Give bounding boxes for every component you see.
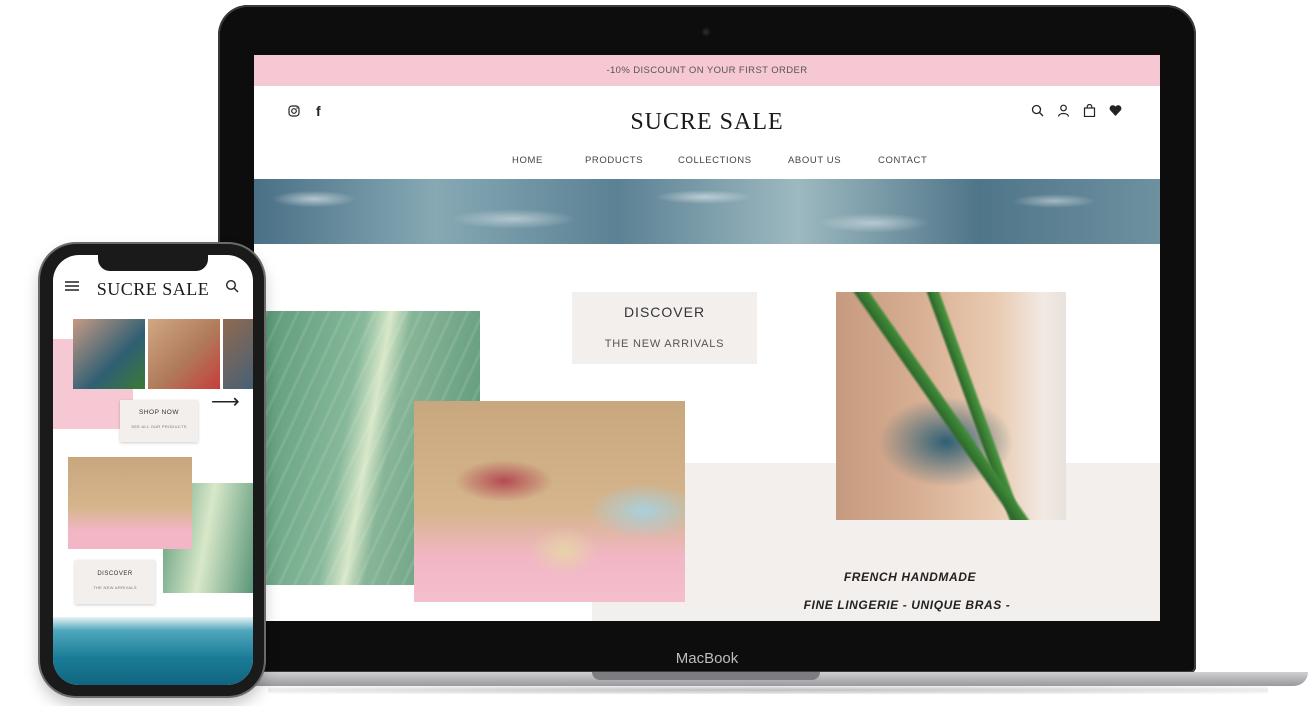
carousel-image-1[interactable] <box>73 319 145 389</box>
lingerie-model-image[interactable] <box>836 292 1066 520</box>
macbook-label: MacBook <box>675 650 739 667</box>
phone-screen: SUCRE SALE SHOP NOW SEE ALL OUR PRODUCTS… <box>53 255 253 685</box>
instagram-icon[interactable] <box>288 105 300 120</box>
menu-icon[interactable] <box>65 279 79 297</box>
water-banner-image <box>254 179 1160 244</box>
discover-subtitle: THE NEW ARRIVALS <box>604 338 725 350</box>
beach-reading-image[interactable] <box>414 401 685 602</box>
nav-contact[interactable]: CONTACT <box>878 155 927 166</box>
website-screen: -10% DISCOUNT ON YOUR FIRST ORDER f SUCR… <box>254 55 1160 621</box>
nav-products[interactable]: PRODUCTS <box>585 155 643 166</box>
search-icon[interactable] <box>225 279 239 296</box>
laptop-notch <box>592 672 820 680</box>
arrow-right-icon[interactable]: ⟶ <box>211 389 240 414</box>
account-icon[interactable] <box>1057 104 1070 120</box>
shop-now-title: SHOP NOW <box>139 409 179 416</box>
laptop-shadow <box>268 686 1268 694</box>
phone-discover-subtitle: THE NEW ARRIVALS <box>93 585 137 590</box>
nav-home[interactable]: HOME <box>512 155 543 166</box>
phone-notch <box>98 255 208 271</box>
shop-now-button[interactable]: SHOP NOW SEE ALL OUR PRODUCTS <box>120 400 198 442</box>
discover-button[interactable]: DISCOVER THE NEW ARRIVALS <box>572 292 757 364</box>
facebook-icon[interactable]: f <box>316 103 321 119</box>
nav-collections[interactable]: COLLECTIONS <box>678 155 752 166</box>
heart-icon[interactable] <box>1109 104 1122 120</box>
phone-beach-image[interactable] <box>68 457 192 549</box>
carousel-image-2[interactable] <box>148 319 220 389</box>
phone-discover-button[interactable]: DISCOVER THE NEW ARRIVALS <box>75 560 155 604</box>
tagline-line-2: FINE LINGERIE - UNIQUE BRAS - <box>803 598 1011 612</box>
phone-ocean-image <box>53 617 253 685</box>
phone-logo[interactable]: SUCRE SALE <box>93 279 213 300</box>
carousel-image-3[interactable] <box>223 319 253 389</box>
search-icon[interactable] <box>1031 104 1044 120</box>
site-logo[interactable]: SUCRE SALE <box>594 109 820 136</box>
tagline-line-1: FRENCH HANDMADE <box>843 570 977 584</box>
camera-icon <box>702 28 710 36</box>
shop-now-subtitle: SEE ALL OUR PRODUCTS <box>131 424 187 429</box>
phone-discover-title: DISCOVER <box>97 571 133 577</box>
nav-about-us[interactable]: ABOUT US <box>788 155 841 166</box>
discover-title: DISCOVER <box>623 304 706 320</box>
promo-bar[interactable]: -10% DISCOUNT ON YOUR FIRST ORDER <box>254 55 1160 86</box>
bag-icon[interactable] <box>1083 103 1096 120</box>
